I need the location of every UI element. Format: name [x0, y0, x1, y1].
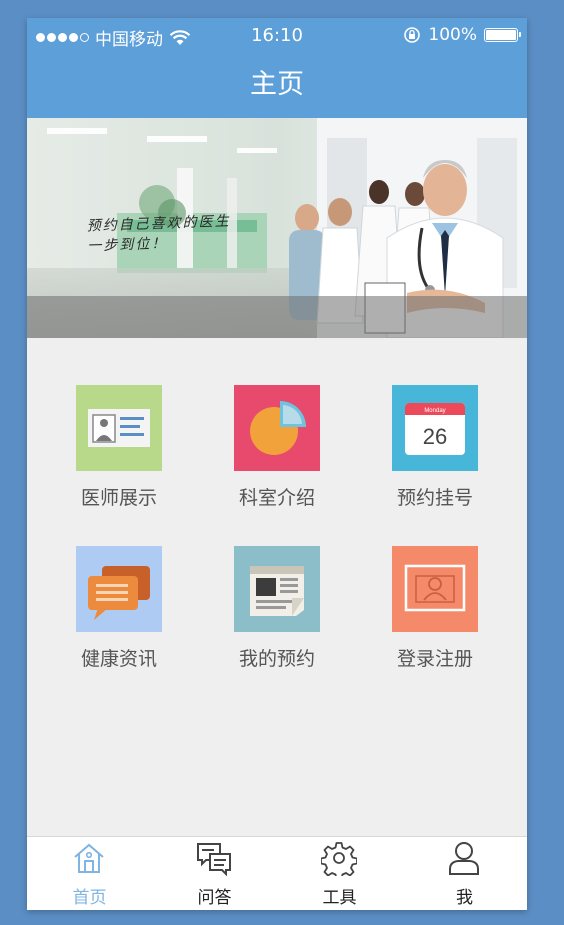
grid-label-appointment: 预约挂号	[396, 487, 473, 509]
tab-me-label: 我	[456, 888, 473, 908]
tab-home[interactable]: 首页	[27, 837, 152, 910]
grid-item-login-register[interactable]: 登录注册	[360, 546, 510, 671]
user-icon	[449, 842, 479, 875]
calendar-day: 26	[423, 424, 447, 449]
home-icon	[74, 843, 104, 873]
grid-label-doctors: 医师展示	[80, 487, 157, 509]
status-right: 100%	[403, 25, 521, 45]
screen-background: 中国移动 16:10 100% 主页 预约自己喜欢的医生 一步到位！ 医师展示 …	[0, 0, 564, 925]
grid-label-login-register: 登录注册	[396, 648, 473, 670]
tab-bar: 首页 问答 工具 我	[27, 836, 527, 910]
qa-icon	[197, 843, 231, 876]
tab-qa-label: 问答	[197, 888, 232, 908]
gear-icon	[321, 842, 357, 876]
rotation-lock-icon	[404, 27, 421, 43]
grid-item-my-appointments[interactable]: 我的预约	[202, 546, 352, 671]
grid-item-appointment[interactable]: Monday 26 预约挂号	[360, 385, 510, 510]
grid-item-health-news[interactable]: 健康资讯	[44, 546, 194, 671]
battery-percent: 100%	[428, 25, 477, 45]
grid-label-my-appointments: 我的预约	[238, 648, 315, 670]
pie-chart-icon	[234, 385, 320, 471]
grid-label-departments: 科室介绍	[238, 487, 315, 509]
newspaper-icon	[234, 546, 320, 632]
doctor-card-icon	[76, 385, 162, 471]
grid-item-doctors[interactable]: 医师展示	[44, 385, 194, 510]
tab-home-label: 首页	[72, 888, 107, 908]
tab-tools[interactable]: 工具	[277, 837, 402, 910]
banner[interactable]: 预约自己喜欢的医生 一步到位！	[27, 118, 527, 338]
tab-tools-label: 工具	[322, 888, 357, 908]
phone-frame: 中国移动 16:10 100% 主页 预约自己喜欢的医生 一步到位！ 医师展示 …	[27, 18, 527, 910]
chat-bubbles-icon	[76, 546, 162, 632]
nav-bar: 主页	[27, 52, 527, 118]
battery-icon	[484, 28, 521, 42]
grid-label-health-news: 健康资讯	[80, 648, 157, 670]
calendar-icon: Monday 26	[392, 385, 478, 471]
banner-caption: 预约自己喜欢的医生 一步到位！	[86, 211, 231, 256]
user-frame-icon	[392, 546, 478, 632]
grid-item-departments[interactable]: 科室介绍	[202, 385, 352, 510]
calendar-month: Monday	[424, 408, 445, 414]
tab-qa[interactable]: 问答	[152, 837, 277, 910]
status-bar: 中国移动 16:10 100%	[27, 18, 527, 52]
page-title: 主页	[250, 69, 304, 100]
tab-me[interactable]: 我	[402, 837, 527, 910]
